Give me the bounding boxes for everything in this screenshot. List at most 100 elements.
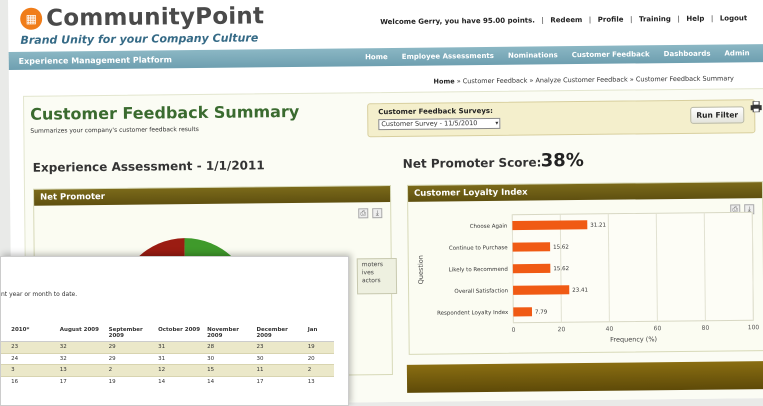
table-cell: 32 [56,352,106,365]
column-header: Jan [304,325,334,342]
bar-value-label: 15.62 [553,245,569,251]
overlay-report-card: nt year or month to date. 2010* August 2… [0,256,349,406]
nav-admin[interactable]: Admin [724,49,749,57]
separator: | [541,16,545,25]
page-subtitle: Summarizes your company's customer feedb… [30,126,199,135]
help-link[interactable]: Help [686,15,704,23]
column-header: October 2009 [155,325,205,342]
logout-link[interactable]: Logout [720,14,748,22]
logo[interactable]: ▦ CommunityPoint [20,3,264,32]
table-cell: 31 [155,341,205,353]
run-filter-button[interactable]: Run Filter [690,106,745,124]
table-cell: 2 [105,364,156,376]
nav-employee-assessments[interactable]: Employee Assessments [402,52,494,61]
bar [512,263,551,274]
welcome-text: Welcome Gerry, you have 95.00 points. [380,16,536,27]
nav-customer-feedback[interactable]: Customer Feedback [572,50,650,59]
loyalty-bar-chart: 0 20 40 60 80 100 Choose Again 31.21 Continue to… [417,211,760,344]
nav-home[interactable]: Home [365,53,388,61]
table-cell: 29 [105,341,156,353]
redeem-link[interactable]: Redeem [550,16,582,24]
y-category-label: Continue to Purchase [449,245,508,252]
table-cell: 31 [155,352,205,365]
loyalty-index-panel: Customer Loyalty Index ⎙ ⤓ 0 20 40 60 80 100 C… [406,181,763,355]
breadcrumb-trail: » Customer Feedback » Analyze Customer F… [454,74,734,86]
table-cell: 30 [204,352,254,365]
separator: | [588,15,592,24]
legend-detractors: actors [361,277,381,285]
nav-dashboards[interactable]: Dashboards [664,50,711,58]
table-cell: 23 [8,341,57,353]
main-navbar: Experience Management Platform Home Empl… [8,44,763,70]
table-cell [1,341,9,353]
y-category-label: Respondent Loyalty Index [437,310,509,317]
table-cell: 24 [8,352,57,365]
filter-box: Customer Feedback Surveys: Customer Surv… [367,99,756,138]
table-cell: 30 [253,352,305,365]
survey-select[interactable]: Customer Survey - 11/5/2010 ▾ [378,117,501,131]
bar [513,307,533,317]
column-header: 2010* [8,325,57,342]
assessment-title: Experience Assessment - 1/1/2011 [32,158,265,175]
separator: | [629,15,633,24]
bar-value-label: 23.41 [572,288,588,294]
table-cell: 32 [56,341,106,353]
table-cell: 28 [204,341,254,353]
x-tick-label: 80 [702,325,710,332]
breadcrumb: Home » Customer Feedback » Analyze Custo… [433,74,733,85]
table-cell [1,364,9,376]
table-cell: 19 [105,375,156,388]
column-header: December 2009 [253,325,305,342]
y-axis-label: Question [417,255,425,284]
breadcrumb-home[interactable]: Home [433,77,454,85]
lower-panel-header [406,361,763,393]
nps-label: Net Promoter Score: [402,155,542,171]
x-tick-label: 100 [748,324,760,331]
y-category-label: Overall Satisfaction [454,288,508,295]
building-icon: ▦ [20,7,43,30]
x-tick-label: 20 [558,326,566,333]
bar [513,285,570,295]
separator: | [677,14,680,23]
table-cell: 3 [8,364,57,376]
table-cell: 16 [8,375,57,388]
bar [512,220,588,231]
training-link[interactable]: Training [639,15,671,23]
chevron-down-icon: ▾ [495,119,499,127]
table-cell [1,352,9,365]
x-tick-label: 0 [512,327,516,334]
tagline: Brand Unity for your Company Culture [20,31,259,47]
top-links: Welcome Gerry, you have 95.00 points. | … [380,14,747,26]
table-cell: 2 [304,364,334,376]
survey-select-value: Customer Survey - 11/5/2010 [381,119,478,129]
y-category-label: Likely to Recommend [449,267,508,274]
x-tick-label: 60 [654,325,662,332]
table-cell: 12 [155,364,205,376]
profile-link[interactable]: Profile [598,16,624,24]
table-cell: 29 [105,352,156,365]
table-cell: 17 [253,375,305,388]
pie-legend: moters ives actors [356,257,398,295]
nav-nominations[interactable]: Nominations [508,51,558,60]
nps-value: 38% [540,149,584,172]
table-cell: 13 [56,364,106,376]
table-cell [1,375,9,388]
bar [512,242,551,252]
column-header [1,325,9,342]
print-icon[interactable] [750,101,762,113]
x-tick-label: 40 [606,326,614,333]
overlay-description: nt year or month to date. [1,291,78,298]
column-header: August 2009 [56,325,106,342]
bar-value-label: 31.21 [590,223,606,229]
bar-value-label: 15.62 [553,266,569,272]
table-cell: 14 [204,375,254,388]
x-axis-label: Frequency (%) [610,335,657,343]
table-cell: 13 [304,375,334,388]
table-cell: 23 [253,341,305,353]
table-cell: 11 [253,364,305,376]
separator: | [710,14,714,23]
filter-label: Customer Feedback Surveys: [378,106,493,117]
navbar-brand: Experience Management Platform [18,54,172,66]
table-row: 24 32 29 31 30 30 20 [1,352,334,365]
column-header: September 2009 [105,325,156,342]
